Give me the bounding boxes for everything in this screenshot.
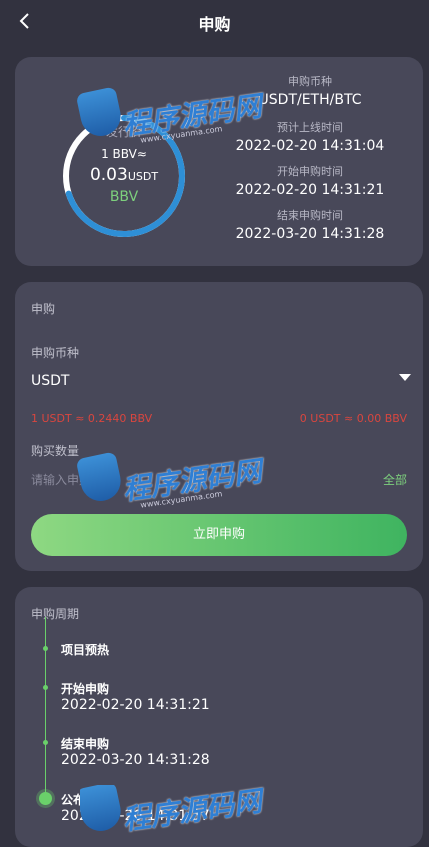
issue-price-label: 发行价 <box>105 125 142 139</box>
currency-label: 申购币种 <box>31 346 80 360</box>
summary-card: 发行价 1 BBV≈ 0.03USDT BBV 申购币种 USDT/ETH/BT… <box>15 57 423 266</box>
top-bar: 申购 <box>0 0 429 44</box>
period-card: 申购周期 项目预热 开始申购 2022-02-20 14:31:21 结束申购 … <box>15 587 423 847</box>
rate-left: 1 USDT ≈ 0.2440 BBV <box>31 412 153 425</box>
step-name: 结束申购 <box>61 737 110 751</box>
buy-now-button[interactable]: 立即申购 <box>31 514 407 556</box>
info-currency: 申购币种 USDT/ETH/BTC <box>258 75 362 108</box>
coin-name: BBV <box>109 189 139 205</box>
rate-line: 1 BBV≈ <box>101 147 147 161</box>
timeline-dot <box>43 685 48 690</box>
purchase-title: 申购 <box>31 302 56 316</box>
step-time: 2022-03-20 14:31:28 <box>61 752 210 768</box>
caret-down-icon <box>399 374 411 381</box>
info-end-time: 结束申购时间 2022-03-20 14:31:28 <box>235 209 385 242</box>
step-time: 2022-03-20 14:31:37 <box>61 808 210 824</box>
amount-input[interactable] <box>31 470 351 490</box>
step-time: 2022-02-20 14:31:21 <box>61 697 210 713</box>
page-title: 申购 <box>198 15 231 34</box>
timeline-dot-active <box>39 792 52 805</box>
currency-value: USDT <box>31 373 70 389</box>
timeline-dot <box>43 646 48 651</box>
all-button[interactable]: 全部 <box>383 471 407 488</box>
period-title: 申购周期 <box>31 607 80 621</box>
timeline-line <box>45 617 46 797</box>
step-name: 开始申购 <box>61 682 110 696</box>
info-launch-time: 预计上线时间 2022-02-20 14:31:04 <box>235 121 385 154</box>
step-name: 公布结果 <box>61 793 110 807</box>
price-value: 0.03USDT <box>89 165 159 185</box>
price-summary: 发行价 1 BBV≈ 0.03USDT BBV <box>59 111 189 241</box>
amount-label: 购买数量 <box>31 444 80 458</box>
info-start-time: 开始申购时间 2022-02-20 14:31:21 <box>235 165 385 198</box>
timeline-dot <box>43 740 48 745</box>
rate-right: 0 USDT ≈ 0.00 BBV <box>299 412 407 425</box>
currency-select[interactable]: USDT <box>31 370 411 392</box>
purchase-card: 申购 申购币种 USDT 1 USDT ≈ 0.2440 BBV 0 USDT … <box>15 282 423 571</box>
step-name: 项目预热 <box>61 643 110 657</box>
